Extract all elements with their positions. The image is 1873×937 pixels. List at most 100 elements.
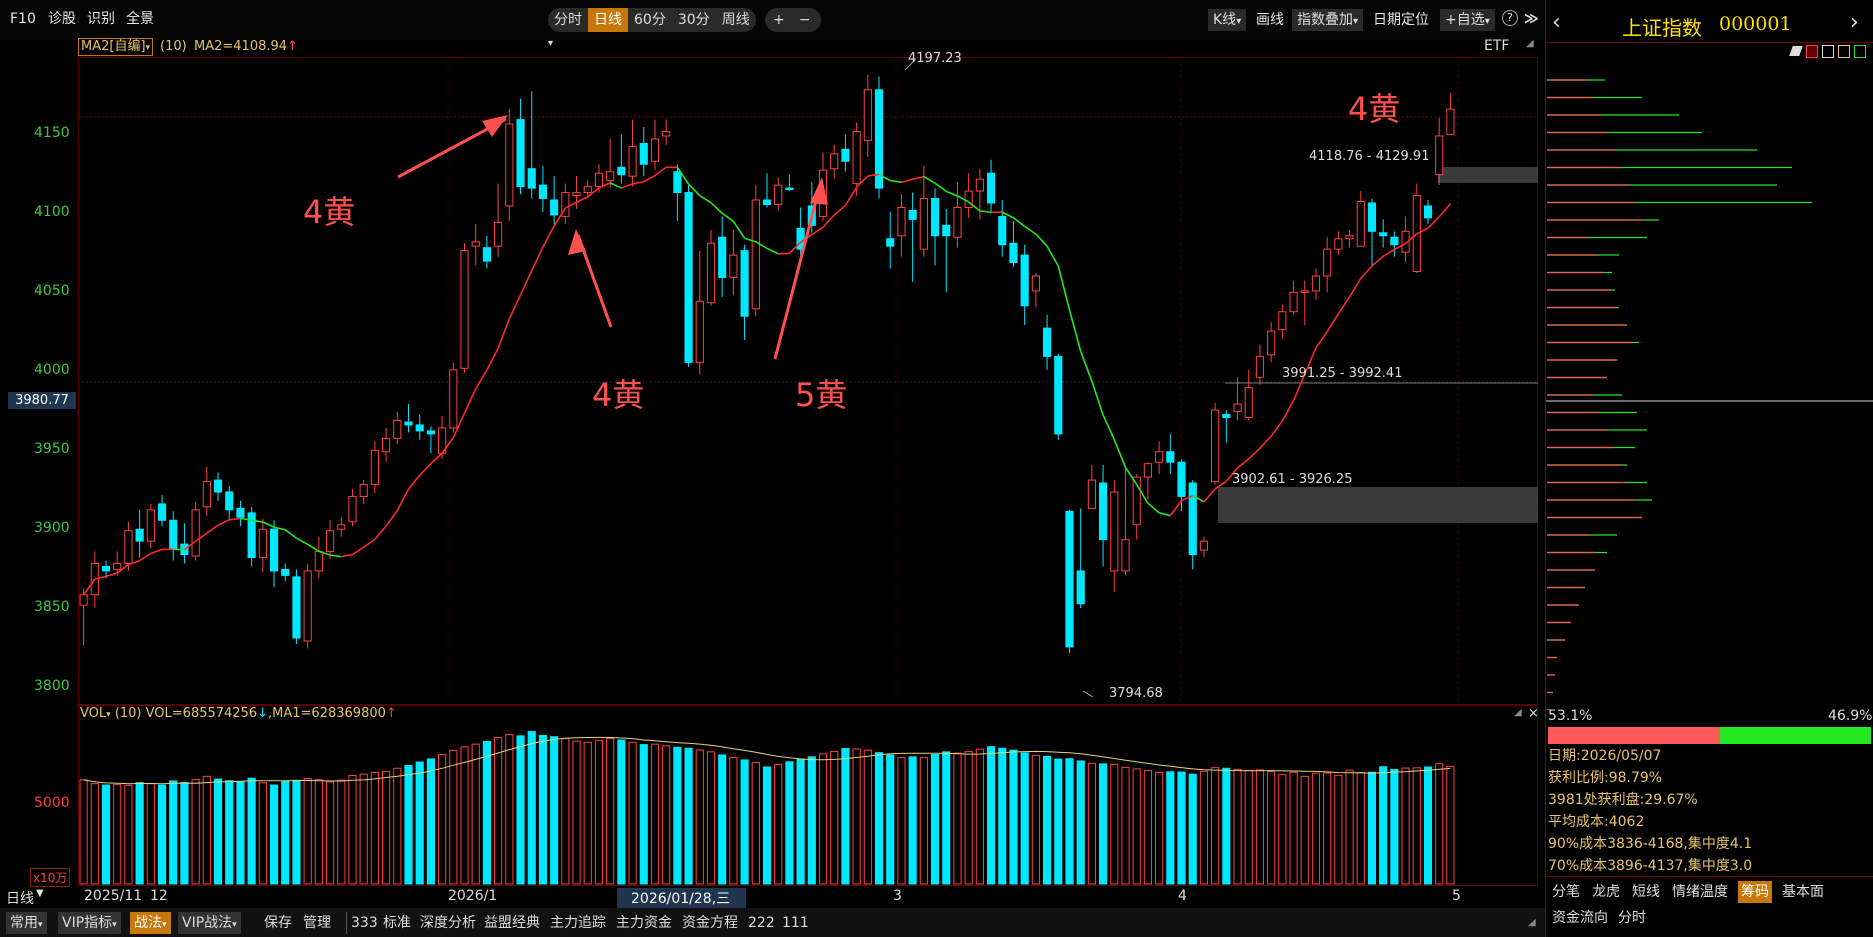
tab-save[interactable]: 保存 (264, 912, 292, 934)
candle-body (527, 168, 536, 189)
candle-body (202, 481, 211, 508)
period-tab-active[interactable]: 日线 (588, 8, 628, 32)
ma-segment (1348, 277, 1362, 298)
ma-segment (1371, 255, 1384, 267)
price-axis: 4150 4100 4050 4000 3950 3900 3850 3800 … (0, 57, 78, 705)
index-overlay-button[interactable]: 指数叠加▾ (1292, 9, 1364, 31)
ma-segment (844, 186, 858, 206)
tab-111[interactable]: 111 (782, 912, 809, 934)
tab-ticks[interactable]: 分笔 (1552, 881, 1580, 903)
ma-segment (1360, 265, 1373, 279)
tab-classic[interactable]: 益盟经典 (484, 912, 540, 934)
ma-segment (979, 210, 992, 214)
chevron-down-icon: ▾ (162, 920, 167, 930)
period-tab[interactable]: 分时 (548, 8, 588, 32)
candle-down (740, 244, 749, 341)
tab-vip-indicator[interactable]: VIP指标▾ (58, 912, 121, 934)
candle-up (393, 411, 402, 445)
ma-segment (1315, 331, 1328, 349)
tab-deep-analysis[interactable]: 深度分析 (420, 912, 476, 934)
tab-fund-equation[interactable]: 资金方程 (682, 912, 738, 934)
add-favorite-label: +自选 (1445, 12, 1485, 28)
volume-bar (673, 746, 682, 885)
volume-selector[interactable]: VOL▾ (80, 706, 111, 721)
period-tab[interactable]: 60分 (628, 8, 672, 32)
indicator-name: MA2[自编] (81, 39, 146, 54)
period-tab[interactable]: 周线 (716, 8, 756, 32)
close-icon[interactable]: × (1528, 706, 1539, 721)
zoom-out-button[interactable]: − (793, 8, 817, 32)
chip-white-icon[interactable] (1822, 45, 1834, 58)
candle-up (919, 165, 928, 257)
help-icon[interactable]: ? (1502, 10, 1518, 26)
candle-down (426, 426, 435, 454)
tab-vip-strategy[interactable]: VIP战法▾ (178, 912, 241, 934)
diagnose-button[interactable]: 诊股 (48, 8, 76, 30)
volume-bar (1166, 771, 1175, 885)
tab-fund-flow[interactable]: 资金流向 (1552, 907, 1608, 929)
ma-segment (1427, 216, 1440, 229)
chevron-left-icon[interactable]: ‹ (1552, 10, 1561, 35)
volume-bar (1132, 768, 1141, 885)
ma-segment (923, 175, 936, 184)
volume-bar (516, 735, 525, 885)
volume-bar (1155, 771, 1164, 885)
chip-red-icon[interactable] (1806, 45, 1818, 58)
f10-button[interactable]: F10 (10, 8, 36, 30)
tab-main-funds[interactable]: 主力资金 (616, 912, 672, 934)
candle-body (830, 153, 839, 170)
candle-up (460, 243, 469, 373)
collapse-icon[interactable]: ≫ (1524, 8, 1539, 30)
price-tick: 4150 (34, 125, 70, 141)
candle-up (146, 503, 155, 549)
price-tick: 3900 (34, 520, 70, 536)
period-tab[interactable]: 30分 (672, 8, 716, 32)
tab-sentiment[interactable]: 情绪温度 (1672, 881, 1728, 903)
recognize-button[interactable]: 识别 (87, 8, 115, 30)
volume-bar (426, 758, 435, 885)
tab-chips[interactable]: 筹码 (1738, 881, 1772, 903)
candle-up (774, 177, 783, 211)
tab-strategy[interactable]: 战法▾ (130, 912, 171, 934)
tab-fundamentals[interactable]: 基本面 (1782, 881, 1824, 903)
tab-333[interactable]: 333 (346, 912, 378, 934)
tab-intraday[interactable]: 分时 (1618, 907, 1646, 929)
volume-bar (1412, 767, 1421, 885)
kline-label: K线 (1213, 12, 1237, 28)
volume-bar (1009, 749, 1018, 885)
chevron-right-icon[interactable]: › (1850, 10, 1859, 35)
tab-short-term[interactable]: 短线 (1632, 881, 1660, 903)
draw-line-button[interactable]: 画线 (1256, 9, 1284, 31)
candles (79, 74, 1455, 653)
chip-histogram (1546, 79, 1873, 710)
volume-bar (1289, 771, 1298, 885)
tab-manage[interactable]: 管理 (303, 912, 331, 934)
ma-segment (934, 182, 947, 193)
volume-bar (482, 740, 492, 885)
candle-down (1379, 219, 1388, 248)
period-selector: 分时 日线 60分 30分 周线▾ (548, 8, 756, 49)
add-favorite-button[interactable]: +自选▾ (1440, 9, 1495, 31)
ma-segment (519, 270, 533, 296)
etf-label[interactable]: ETF (1484, 38, 1509, 54)
tab-222[interactable]: 222 (748, 912, 775, 934)
candle-up (1233, 377, 1242, 421)
tab-main-tracking[interactable]: 主力追踪 (550, 912, 606, 934)
volume-bar (594, 739, 604, 885)
ma-segment (912, 175, 925, 181)
tab-common[interactable]: 常用▾ (6, 912, 47, 934)
zoom-in-button[interactable]: + (765, 8, 793, 32)
indicator-selector[interactable]: MA2[自编]▾ (78, 38, 154, 56)
chip-green-icon[interactable] (1854, 45, 1866, 58)
candle-up (258, 518, 267, 573)
tab-standard[interactable]: 标准 (383, 912, 411, 934)
tab-dragon-tiger[interactable]: 龙虎 (1592, 881, 1620, 903)
candle-body (482, 247, 492, 262)
panorama-button[interactable]: 全景 (126, 8, 154, 30)
chip-yellow-icon[interactable] (1838, 45, 1850, 58)
kline-button[interactable]: K线▾ (1208, 9, 1247, 31)
pen-icon[interactable] (1789, 46, 1803, 56)
zone-label: 4118.76 - 4129.91 (1309, 149, 1430, 164)
date-position-button[interactable]: 日期定位 (1373, 9, 1429, 31)
candle-body (975, 178, 984, 192)
